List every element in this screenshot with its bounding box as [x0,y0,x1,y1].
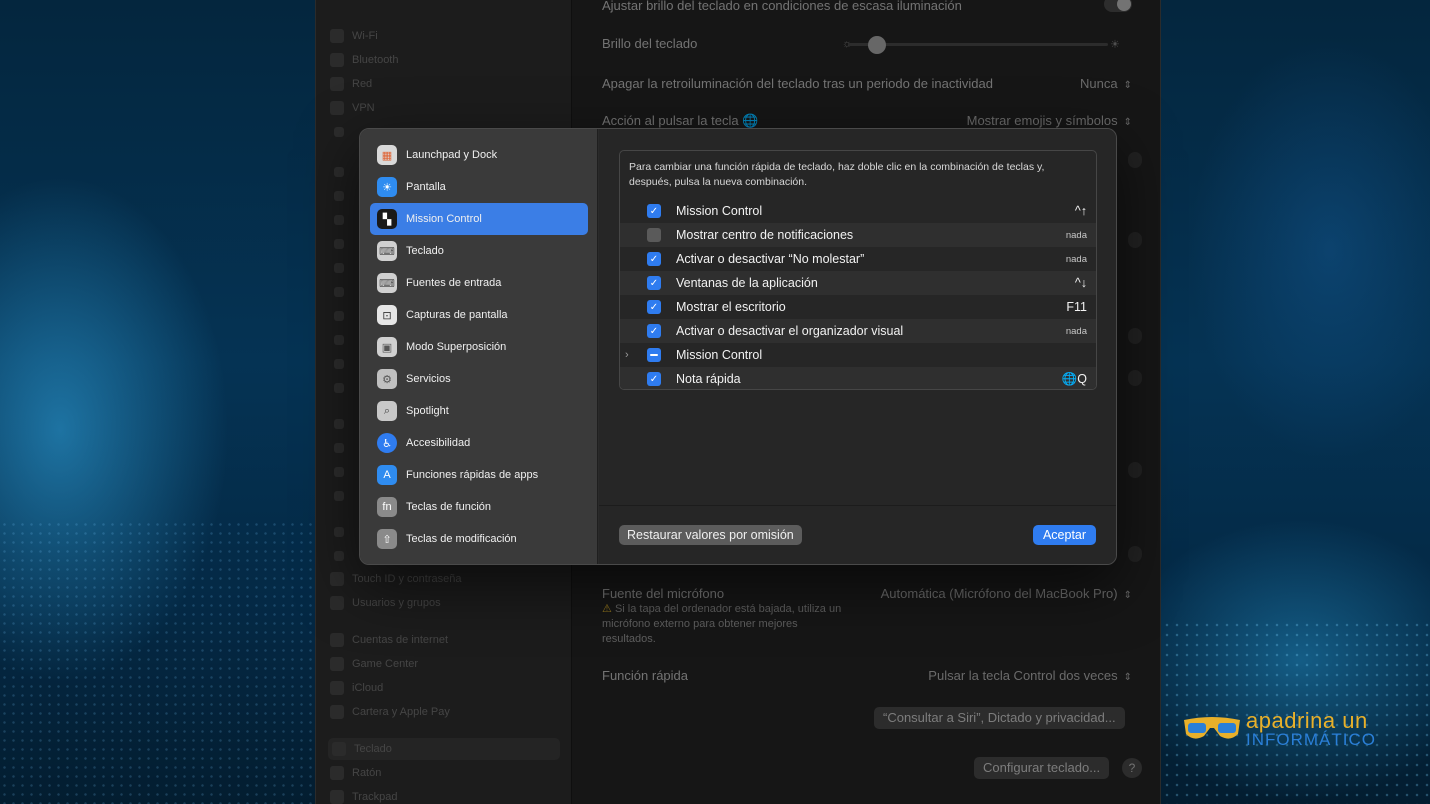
checkbox[interactable] [647,228,661,242]
checkbox[interactable]: ✓ [647,276,661,290]
category-fuentes-entrada[interactable]: ⌨ Fuentes de entrada [370,267,588,299]
category-capturas-pantalla[interactable]: ⊡ Capturas de pantalla [370,299,588,331]
shortcut-key[interactable]: nada [1066,230,1087,241]
category-modo-superposicion[interactable]: ▣ Modo Superposición [370,331,588,363]
accessibility-icon: ♿ [377,433,397,453]
presenter-overlay-icon: ▣ [377,337,397,357]
shortcut-label: Activar o desactivar el organizador visu… [676,324,904,338]
shortcut-key[interactable]: ^↓ [1075,276,1087,290]
shortcut-row-mostrar-escritorio[interactable]: ✓ Mostrar el escritorio F11 [620,295,1096,319]
accept-button[interactable]: Aceptar [1033,525,1096,545]
checkbox[interactable] [647,348,661,362]
shortcuts-table: Para cambiar una función rápida de tecla… [619,150,1097,390]
category-mission-control[interactable]: ▚ Mission Control [370,203,588,235]
category-label: Funciones rápidas de apps [406,469,539,481]
category-label: Fuentes de entrada [406,277,502,289]
shortcut-label: Mission Control [676,204,763,218]
checkbox[interactable]: ✓ [647,372,661,386]
category-label: Teclas de modificación [406,533,517,545]
shortcut-row-mission-control[interactable]: ✓ Mission Control ^↑ [620,199,1096,223]
wallpaper-dots-left [0,520,315,804]
mission-control-icon: ▚ [377,209,397,229]
category-label: Mission Control [406,213,482,225]
shortcut-row-centro-notificaciones[interactable]: Mostrar centro de notificaciones nada [620,223,1096,247]
watermark-line2: INFORMÁTICO [1246,730,1376,749]
category-label: Pantalla [406,181,446,193]
category-label: Modo Superposición [406,341,507,353]
shortcut-label: Mission Control [676,348,763,362]
footer-separator [599,505,1116,506]
category-launchpad-dock[interactable]: ▦ Launchpad y Dock [370,139,588,171]
services-gear-icon: ⚙ [377,369,397,389]
app-store-icon: A [377,465,397,485]
screenshot-icon: ⊡ [377,305,397,325]
shortcut-key[interactable]: 🌐Q [1062,372,1087,387]
shortcut-row-ventanas-aplicacion[interactable]: ✓ Ventanas de la aplicación ^↓ [620,271,1096,295]
shortcut-row-organizador-visual[interactable]: ✓ Activar o desactivar el organizador vi… [620,319,1096,343]
shortcut-categories-list: ▦ Launchpad y Dock ☀ Pantalla ▚ Mission Con… [360,129,598,564]
category-label: Teclado [406,245,444,257]
shortcut-label: Mostrar centro de notificaciones [676,228,854,242]
category-spotlight[interactable]: ⌕ Spotlight [370,395,588,427]
category-label: Spotlight [406,405,449,417]
category-label: Capturas de pantalla [406,309,508,321]
input-sources-icon: ⌨ [377,273,397,293]
category-label: Teclas de función [406,501,491,513]
checkbox[interactable]: ✓ [647,252,661,266]
shortcut-key[interactable]: nada [1066,254,1087,265]
category-funciones-apps[interactable]: A Funciones rápidas de apps [370,459,588,491]
category-label: Launchpad y Dock [406,149,498,161]
category-label: Accesibilidad [406,437,471,449]
category-teclas-modificacion[interactable]: ⇧ Teclas de modificación [370,523,588,555]
shortcut-key[interactable]: nada [1066,326,1087,337]
shortcuts-content: Para cambiar una función rápida de tecla… [599,129,1116,564]
checkbox[interactable]: ✓ [647,204,661,218]
spotlight-icon: ⌕ [377,401,397,421]
checkbox[interactable]: ✓ [647,300,661,314]
category-servicios[interactable]: ⚙ Servicios [370,363,588,395]
shortcut-label: Mostrar el escritorio [676,300,786,314]
checkbox[interactable]: ✓ [647,324,661,338]
disclosure-chevron-icon[interactable]: › [625,349,629,361]
restore-defaults-button[interactable]: Restaurar valores por omisión [619,525,802,545]
shortcut-key[interactable]: ^↑ [1075,204,1087,218]
category-accesibilidad[interactable]: ♿ Accesibilidad [370,427,588,459]
shortcut-row-mission-control-group[interactable]: › Mission Control [620,343,1096,367]
watermark-logo: apadrina un INFORMÁTICO [1180,706,1410,758]
display-sun-icon: ☀ [377,177,397,197]
keyboard-icon: ⌨ [377,241,397,261]
shortcut-row-no-molestar[interactable]: ✓ Activar o desactivar “No molestar” nad… [620,247,1096,271]
shortcut-key[interactable]: F11 [1066,300,1087,314]
category-teclas-funcion[interactable]: fn Teclas de función [370,491,588,523]
shortcut-label: Ventanas de la aplicación [676,276,818,290]
category-teclado[interactable]: ⌨ Teclado [370,235,588,267]
launchpad-icon: ▦ [377,145,397,165]
shortcut-row-nota-rapida[interactable]: ✓ Nota rápida 🌐Q [620,367,1096,389]
category-label: Servicios [406,373,451,385]
keyboard-shortcuts-sheet: ▦ Launchpad y Dock ☀ Pantalla ▚ Mission Con… [359,128,1117,565]
shortcut-label: Nota rápida [676,372,741,386]
fn-key-icon: fn [377,497,397,517]
shortcut-label: Activar o desactivar “No molestar” [676,252,865,266]
modifier-keys-icon: ⇧ [377,529,397,549]
glasses-logo-icon [1184,717,1240,739]
shortcut-hint-text: Para cambiar una función rápida de tecla… [629,161,1045,188]
category-pantalla[interactable]: ☀ Pantalla [370,171,588,203]
